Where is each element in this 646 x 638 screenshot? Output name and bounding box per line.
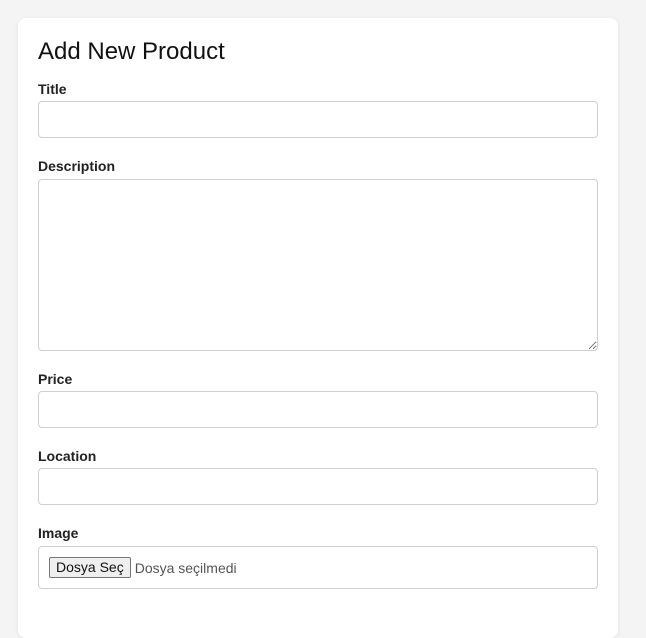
title-input[interactable]: [38, 101, 598, 138]
price-input[interactable]: [38, 391, 598, 428]
page-title: Add New Product: [38, 38, 225, 65]
add-product-card: Add New Product Title Description Price …: [18, 18, 618, 638]
location-label: Location: [38, 448, 97, 464]
description-label: Description: [38, 158, 116, 174]
title-label: Title: [38, 81, 67, 97]
file-status-text: Dosya seçilmedi: [134, 559, 237, 576]
image-label: Image: [38, 525, 79, 541]
image-file-input[interactable]: Dosya Seç Dosya seçilmedi: [38, 546, 598, 589]
location-input[interactable]: [38, 468, 598, 505]
price-label: Price: [38, 371, 73, 387]
choose-file-button[interactable]: Dosya Seç: [49, 557, 131, 578]
description-textarea[interactable]: [38, 179, 598, 351]
